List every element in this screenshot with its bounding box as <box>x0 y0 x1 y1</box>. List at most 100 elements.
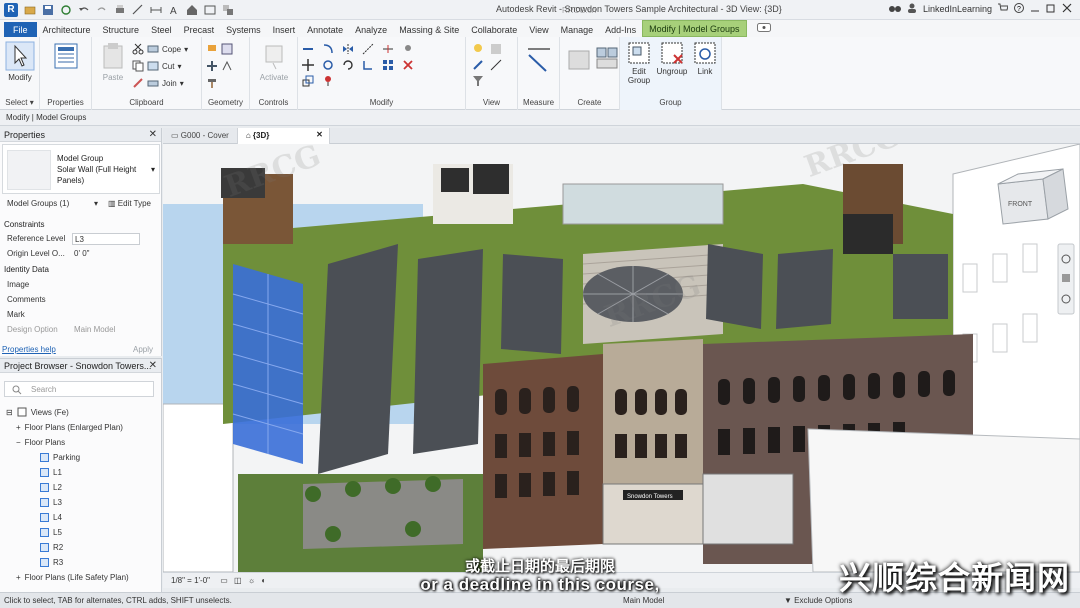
tree-item-l4[interactable]: L4 <box>40 510 62 525</box>
tab-massing-site[interactable]: Massing & Site <box>393 22 465 37</box>
navigation-bar[interactable] <box>1057 243 1075 315</box>
tree-item-l2[interactable]: L2 <box>40 480 62 495</box>
tree-item-parking[interactable]: Parking <box>40 450 80 465</box>
undo-icon[interactable] <box>78 4 90 16</box>
user-icon[interactable] <box>907 3 917 15</box>
tab-collaborate[interactable]: Collaborate <box>465 22 523 37</box>
activate-button[interactable]: Activate <box>256 41 292 82</box>
create-parts-button[interactable] <box>592 45 618 77</box>
measure-button[interactable] <box>524 45 554 77</box>
split-face-icon <box>221 43 233 55</box>
type-selector[interactable]: Model Group Solar Wall (Full Height Pane… <box>2 144 160 194</box>
join-button[interactable]: Join ▾ <box>132 77 184 89</box>
switch-windows-icon[interactable] <box>222 4 234 16</box>
chevron-down-icon[interactable]: ▾ <box>94 199 98 208</box>
modify-tools-row2[interactable] <box>302 59 414 71</box>
origin-level-offset-field[interactable]: 0' 0" <box>72 248 140 260</box>
wall-joins-icon <box>206 60 218 72</box>
user-name[interactable]: LinkedInLearning <box>923 4 992 14</box>
link-button[interactable]: Link <box>692 41 718 76</box>
tab-manage[interactable]: Manage <box>555 22 600 37</box>
tab-structure[interactable]: Structure <box>97 22 146 37</box>
section-constraints[interactable]: Constraints <box>2 217 152 232</box>
geometry-tools-row1[interactable] <box>206 43 233 55</box>
close-icon[interactable]: ✕ <box>149 129 157 140</box>
properties-button[interactable] <box>50 41 82 73</box>
reference-level-field[interactable]: L3 <box>72 233 140 245</box>
chevron-down-icon[interactable]: ▾ <box>151 165 155 174</box>
geometry-tools-row2[interactable] <box>206 60 233 72</box>
revit-logo-icon[interactable]: R <box>4 2 18 17</box>
collapse-icon[interactable]: − <box>16 438 21 447</box>
cope-button[interactable]: Cope ▾ <box>132 43 188 55</box>
collapse-icon[interactable]: ⊟ <box>6 408 13 417</box>
text-icon[interactable]: A <box>168 4 180 17</box>
paste-button[interactable]: Paste <box>98 41 128 82</box>
close-icon[interactable]: ✕ <box>316 130 323 139</box>
close-icon[interactable]: ✕ <box>149 360 157 371</box>
tab-analyze[interactable]: Analyze <box>349 22 393 37</box>
tree-item-l1[interactable]: L1 <box>40 465 62 480</box>
properties-help-link[interactable]: Properties help <box>2 345 56 354</box>
modify-button[interactable]: Modify <box>4 41 36 82</box>
mirror-axis-icon <box>342 43 354 55</box>
edit-type-button[interactable]: ▥ Edit Type <box>108 199 151 208</box>
open-icon[interactable] <box>24 4 36 16</box>
tree-item-r2[interactable]: R2 <box>40 540 63 555</box>
close-icon[interactable] <box>1062 3 1072 15</box>
edit-group-button[interactable]: Edit Group <box>624 41 654 85</box>
view-tools-row2[interactable] <box>472 59 502 71</box>
active-design-option[interactable]: Main Model <box>623 596 664 605</box>
view-tools-row3[interactable] <box>472 75 484 87</box>
cut-button[interactable]: Cut ▾ <box>132 60 181 72</box>
tree-item-l5[interactable]: L5 <box>40 525 62 540</box>
view-tools-row1[interactable] <box>472 43 502 55</box>
minimize-icon[interactable] <box>1030 3 1040 15</box>
modify-tools-row1[interactable] <box>302 43 414 55</box>
tab-insert[interactable]: Insert <box>267 22 302 37</box>
view-cube-front[interactable]: FRONT <box>1008 201 1033 208</box>
measure-icon[interactable] <box>132 4 144 16</box>
window-title: Autodesk Revit - Snowdon Towers Sample A… <box>496 4 782 14</box>
tab-precast[interactable]: Precast <box>178 22 221 37</box>
dimension-icon[interactable] <box>150 4 162 16</box>
sync-icon[interactable] <box>60 4 72 16</box>
tree-item-views[interactable]: ⊟ Views (Fe) <box>6 405 69 420</box>
tree-item-l3[interactable]: L3 <box>40 495 62 510</box>
search-input[interactable]: Search <box>4 381 154 397</box>
tab-file[interactable]: File <box>4 22 37 37</box>
tab-view[interactable]: View <box>523 22 554 37</box>
ribbon-options-icon[interactable] <box>756 23 771 34</box>
redo-icon[interactable] <box>96 4 108 16</box>
tab-g000-cover[interactable]: ▭ G000 - Cover <box>163 128 238 144</box>
tab-steel[interactable]: Steel <box>145 22 178 37</box>
expand-icon[interactable]: + <box>16 423 21 432</box>
save-icon[interactable] <box>42 4 54 16</box>
tab-architecture[interactable]: Architecture <box>37 22 97 37</box>
tab-add-ins[interactable]: Add-Ins <box>599 22 642 37</box>
geometry-tools-row3[interactable] <box>206 77 218 89</box>
tree-item-floor-plans[interactable]: − Floor Plans <box>16 435 65 450</box>
create-similar-button[interactable] <box>564 45 590 77</box>
panel-select-label[interactable]: Select ▾ <box>0 98 39 107</box>
close-hidden-icon[interactable] <box>204 4 216 16</box>
tab-modify-model-groups[interactable]: Modify | Model Groups <box>642 20 747 37</box>
tree-item-floor-plans-enlarged[interactable]: + Floor Plans (Enlarged Plan) <box>16 420 123 435</box>
section-identity-data[interactable]: Identity Data <box>2 262 152 277</box>
apply-button[interactable]: Apply <box>133 345 153 354</box>
help-icon[interactable]: ? <box>1014 3 1024 15</box>
watermark-site: RRCG.cn <box>562 6 597 15</box>
ungroup-button[interactable]: Ungroup <box>654 41 690 76</box>
tab-3d-view[interactable]: ⌂ {3D} ✕ <box>237 128 330 144</box>
selection-filter[interactable]: Model Groups (1) ▾ ▥ Edit Type <box>2 196 152 211</box>
modify-tools-row3[interactable] <box>302 75 334 87</box>
restore-icon[interactable] <box>1046 3 1056 15</box>
home-icon[interactable] <box>186 4 198 16</box>
print-icon[interactable] <box>114 4 126 16</box>
tab-annotate[interactable]: Annotate <box>301 22 349 37</box>
3d-viewport[interactable]: Snowdon Towers FRONT RRCG RRCG RRCG <box>163 144 1080 572</box>
binoculars-icon[interactable] <box>888 3 901 15</box>
floor-plan-icon <box>40 483 49 492</box>
tab-systems[interactable]: Systems <box>220 22 267 37</box>
cart-icon[interactable] <box>998 3 1009 15</box>
